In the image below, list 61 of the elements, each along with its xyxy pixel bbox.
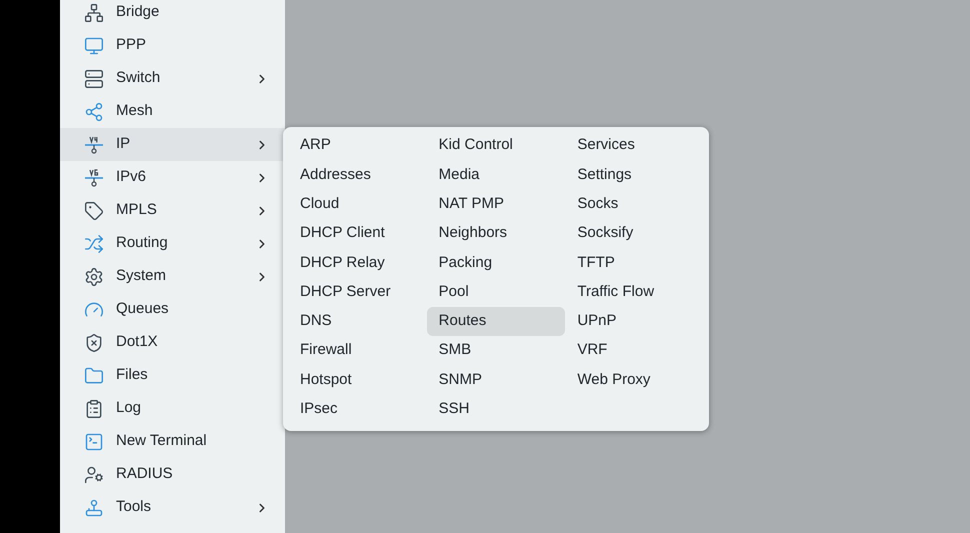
sidebar-item[interactable]: Files	[60, 359, 285, 392]
submenu-item[interactable]: Firewall	[288, 336, 427, 366]
sidebar-item[interactable]: RADIUS	[60, 458, 285, 491]
network-icon	[84, 2, 104, 22]
submenu-item[interactable]: Media	[426, 160, 566, 190]
sidebar-item[interactable]: Tools	[60, 491, 285, 524]
joystick-icon	[84, 498, 104, 518]
sidebar-item[interactable]: Mesh	[60, 95, 285, 128]
submenu-item[interactable]: UPnP	[565, 306, 704, 336]
submenu-item[interactable]: Pool	[426, 277, 566, 307]
submenu-item[interactable]: Traffic Flow	[565, 277, 704, 307]
submenu-item[interactable]: Kid Control	[426, 131, 566, 160]
terminal-icon	[84, 432, 104, 452]
submenu-item[interactable]: Settings	[565, 160, 704, 190]
submenu-item[interactable]: Services	[565, 131, 704, 160]
submenu-item[interactable]: Socks	[565, 190, 704, 219]
sidebar-item[interactable]: Log	[60, 392, 285, 425]
gauge-icon	[84, 300, 104, 320]
submenu-item[interactable]: SSH	[426, 394, 566, 424]
submenu-item[interactable]: DNS	[288, 306, 427, 336]
submenu-item[interactable]: Web Proxy	[565, 365, 704, 395]
ip-icon	[84, 168, 104, 188]
tag-icon	[84, 200, 104, 220]
submenu-item[interactable]: VRF	[565, 336, 704, 366]
nodes-icon	[84, 102, 104, 122]
submenu-item[interactable]: Cloud	[288, 190, 427, 219]
submenu-item[interactable]: Routes	[426, 306, 566, 336]
submenu-item[interactable]: Packing	[426, 248, 566, 278]
submenu-item[interactable]: Socksify	[565, 218, 704, 248]
submenu-item[interactable]: DHCP Server	[288, 277, 427, 307]
sidebar-item[interactable]: System	[60, 260, 285, 293]
submenu-item[interactable]: DHCP Client	[288, 218, 427, 248]
submenu-item[interactable]: SNMP	[426, 365, 566, 395]
sidebar-item[interactable]: Queues	[60, 293, 285, 326]
sidebar-item[interactable]: Bridge	[60, 0, 285, 29]
sidebar-item[interactable]: Switch	[60, 62, 285, 95]
sidebar-item[interactable]: PPP	[60, 29, 285, 62]
sidebar-item[interactable]: Dot1X	[60, 326, 285, 359]
submenu-item[interactable]: TFTP	[565, 248, 704, 278]
sidebar-item[interactable]: IPv6	[60, 161, 285, 194]
submenu-item[interactable]: NAT PMP	[426, 190, 566, 219]
monitor-icon	[84, 36, 104, 56]
submenu-item[interactable]: IPsec	[288, 394, 427, 424]
submenu-item[interactable]: DHCP Relay	[288, 248, 427, 278]
ip-icon	[84, 134, 104, 154]
shuffle-icon	[84, 234, 104, 254]
sidebar-item[interactable]: New Terminal	[60, 425, 285, 458]
submenu-item[interactable]: SMB	[426, 336, 566, 366]
folder-icon	[84, 366, 104, 386]
shield-icon	[84, 332, 104, 352]
submenu-item[interactable]: ARP	[288, 131, 427, 160]
user-icon	[84, 464, 104, 484]
sidebar-item[interactable]: MPLS	[60, 194, 285, 227]
settings-icon	[84, 266, 104, 286]
submenu-item[interactable]: Addresses	[288, 160, 427, 190]
submenu-item[interactable]: Hotspot	[288, 365, 427, 395]
clipboard-icon	[84, 398, 104, 418]
sidebar-item[interactable]: Routing	[60, 227, 285, 260]
submenu-item[interactable]: Neighbors	[426, 218, 566, 248]
sidebar-item[interactable]: IP	[60, 128, 285, 161]
switch-icon	[84, 68, 104, 88]
